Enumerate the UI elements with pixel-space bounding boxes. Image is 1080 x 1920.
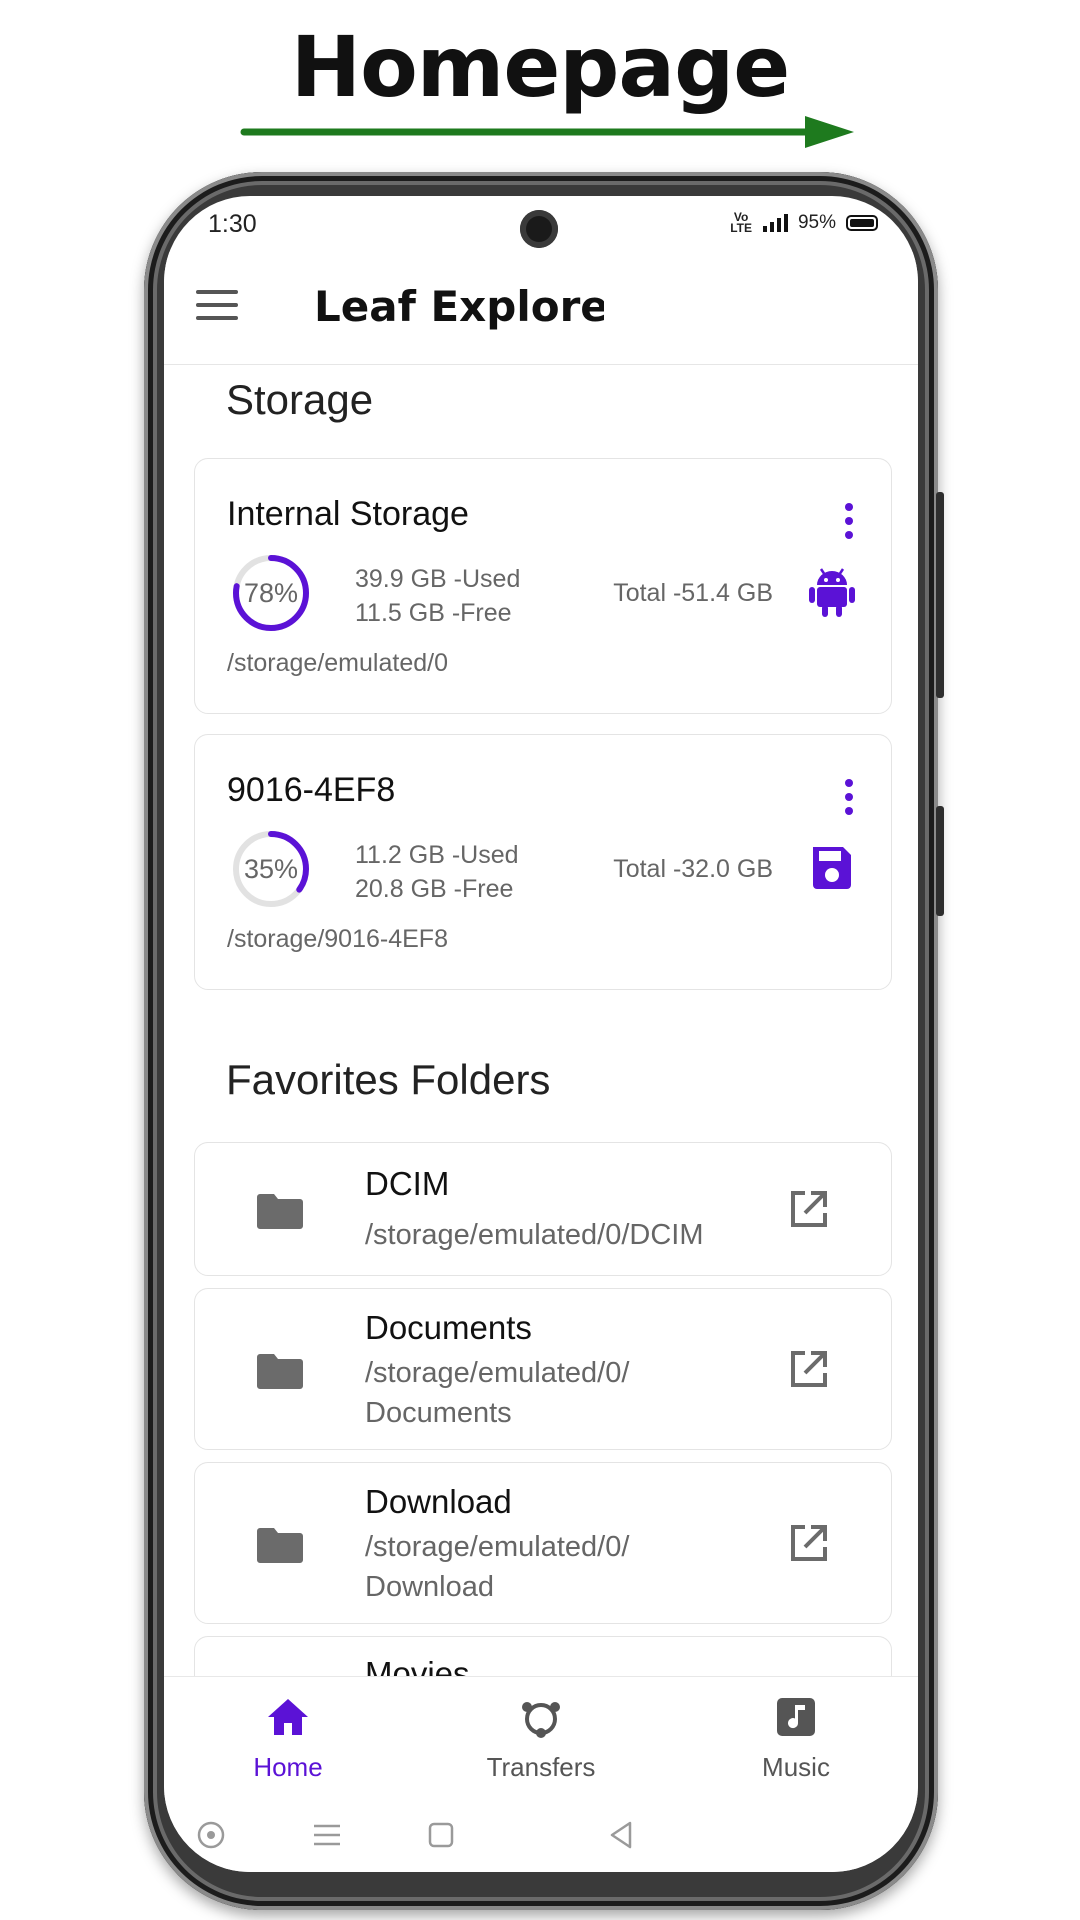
folder-icon [257, 1194, 303, 1229]
right-arrow-icon [240, 116, 854, 148]
signal-icon [762, 214, 788, 232]
status-icons: Vo LTE 95% [730, 210, 878, 235]
free-space: 20.8 GB -Free [355, 875, 514, 903]
favorite-folder-item[interactable]: DCIM /storage/emulated/0/DCIM [194, 1142, 892, 1276]
bottom-navigation: Home Transfers Music [164, 1676, 918, 1795]
folder-icon [257, 1528, 303, 1563]
nav-transfers[interactable]: Transfers [461, 1695, 621, 1783]
android-icon [809, 568, 855, 617]
nav-home-label: Home [253, 1752, 323, 1782]
total-space: Total -32.0 GB [613, 855, 773, 883]
nav-transfers-label: Transfers [486, 1752, 596, 1782]
favorite-folder-item[interactable]: Movies [194, 1636, 892, 1676]
main-content[interactable]: Storage Internal Storage 78% 39.9 GB -Us… [164, 366, 918, 1676]
battery-percent: 95% [797, 212, 836, 233]
recents-menu-icon[interactable] [312, 1820, 342, 1850]
used-space: 11.2 GB -Used [355, 841, 519, 869]
favorite-folder-item[interactable]: Download /storage/emulated/0/Download [194, 1462, 892, 1624]
storage-heading: Storage [226, 376, 374, 423]
usage-percent: 78% [243, 578, 299, 608]
free-space: 11.5 GB -Free [355, 599, 512, 627]
volte-icon: Vo LTE [730, 210, 752, 235]
music-icon [777, 1698, 815, 1736]
power-button [936, 492, 944, 698]
storage-name: 9016-4EF8 [227, 771, 396, 809]
home-square-icon[interactable] [426, 1820, 456, 1850]
home-icon [268, 1699, 308, 1735]
storage-card-internal[interactable]: Internal Storage 78% 39.9 GB -Used 11.5 … [194, 458, 892, 714]
open-external-icon[interactable] [789, 1523, 829, 1563]
app-title: Leaf Explorer [314, 282, 604, 331]
assistant-icon[interactable] [196, 1820, 226, 1850]
folder-path: /storage/emulated/0/Documents [365, 1357, 630, 1429]
more-options-icon[interactable] [845, 779, 855, 821]
nav-home[interactable]: Home [208, 1695, 368, 1783]
folder-name: Download [365, 1483, 512, 1520]
open-external-icon[interactable] [789, 1189, 829, 1229]
storage-path: /storage/emulated/0 [227, 649, 448, 677]
sd-card-icon [813, 847, 851, 889]
folder-name: Movies [365, 1655, 470, 1676]
volume-button [936, 806, 944, 916]
front-camera [520, 210, 558, 248]
favorite-folder-item[interactable]: Documents /storage/emulated/0/Documents [194, 1288, 892, 1450]
app-bar: Leaf Explorer [164, 252, 918, 365]
status-time: 1:30 [208, 210, 257, 238]
storage-name: Internal Storage [227, 495, 469, 533]
more-options-icon[interactable] [845, 503, 855, 545]
battery-icon [846, 215, 878, 231]
page-caption: Homepage [290, 18, 790, 116]
nav-music-label: Music [762, 1752, 830, 1782]
folder-name: DCIM [365, 1165, 450, 1202]
folder-path: /storage/emulated/0/DCIM [365, 1219, 704, 1251]
total-space: Total -51.4 GB [613, 579, 773, 607]
storage-card-sd[interactable]: 9016-4EF8 35% 11.2 GB -Used 20.8 GB -Fre… [194, 734, 892, 990]
folder-name: Documents [365, 1309, 532, 1346]
usage-percent: 35% [243, 854, 299, 884]
hamburger-menu-icon[interactable] [196, 290, 238, 324]
transfers-icon [522, 1702, 560, 1738]
system-navigation-bar [164, 1794, 918, 1872]
used-space: 39.9 GB -Used [355, 565, 521, 593]
back-icon[interactable] [606, 1820, 636, 1850]
storage-path: /storage/9016-4EF8 [227, 925, 448, 953]
favorites-heading: Favorites Folders [226, 1056, 551, 1103]
phone-screen: 1:30 Vo LTE 95% Leaf Explorer Storage Int… [164, 196, 918, 1872]
nav-music[interactable]: Music [716, 1695, 876, 1783]
folder-icon [257, 1354, 303, 1389]
status-bar: 1:30 Vo LTE 95% [164, 196, 918, 252]
folder-path: /storage/emulated/0/Download [365, 1531, 630, 1603]
open-external-icon[interactable] [789, 1349, 829, 1389]
